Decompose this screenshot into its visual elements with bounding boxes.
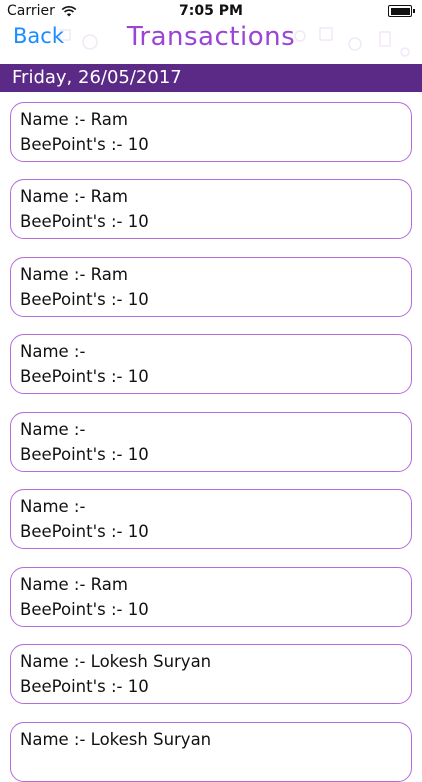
transaction-name: Name :- (20, 342, 86, 361)
transaction-points: BeePoint's :- 10 (20, 367, 149, 386)
transaction-points: BeePoint's :- 10 (20, 212, 149, 231)
transaction-name: Name :- Ram (20, 187, 128, 206)
transaction-card[interactable]: Name :- BeePoint's :- 10 (10, 489, 412, 549)
transaction-card[interactable]: Name :- BeePoint's :- 10 (10, 334, 412, 394)
transaction-points: BeePoint's :- 10 (20, 290, 149, 309)
transaction-points: BeePoint's :- 10 (20, 135, 149, 154)
transaction-name: Name :- (20, 497, 86, 516)
transaction-name: Name :- Ram (20, 575, 128, 594)
transaction-name: Name :- Lokesh Suryan (20, 730, 212, 749)
transaction-card[interactable]: Name :- BeePoint's :- 10 (10, 412, 412, 472)
transaction-card[interactable]: Name :- Ram BeePoint's :- 10 (10, 179, 412, 239)
transaction-card[interactable]: Name :- Ram BeePoint's :- 10 (10, 102, 412, 162)
status-time: 7:05 PM (179, 3, 243, 19)
transaction-points: BeePoint's :- 10 (20, 600, 149, 619)
transaction-points: BeePoint's :- 10 (20, 677, 149, 696)
transaction-points: BeePoint's :- 10 (20, 522, 149, 541)
transaction-name: Name :- Ram (20, 265, 128, 284)
transaction-name: Name :- (20, 420, 86, 439)
page-title: Transactions (126, 22, 296, 52)
battery-icon (388, 5, 415, 17)
transaction-name: Name :- Lokesh Suryan (20, 652, 212, 671)
navigation-bar: Back Transactions (0, 22, 422, 63)
transaction-card[interactable]: Name :- Ram BeePoint's :- 10 (10, 567, 412, 627)
transaction-card[interactable]: Name :- Lokesh Suryan BeePoint's :- 10 (10, 644, 412, 704)
transaction-points: BeePoint's :- 10 (20, 445, 149, 464)
transaction-name: Name :- Ram (20, 110, 128, 129)
transaction-card[interactable]: Name :- Ram BeePoint's :- 10 (10, 257, 412, 317)
section-date-header: Friday, 26/05/2017 (0, 64, 422, 92)
status-bar: Carrier 7:05 PM (0, 0, 422, 22)
transaction-card[interactable]: Name :- Lokesh Suryan (10, 722, 412, 782)
